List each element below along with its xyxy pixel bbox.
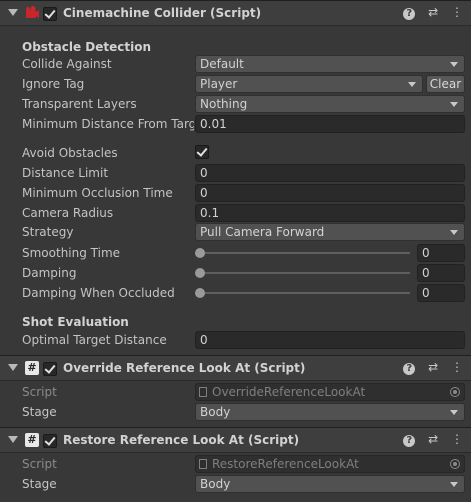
cinemachine-icon	[26, 6, 39, 18]
min-distance-label: Minimum Distance From Targe	[22, 117, 194, 131]
damping-occluded-label: Damping When Occluded	[22, 286, 175, 300]
override-script-label: Script	[22, 385, 57, 399]
restore-header[interactable]: # Restore Reference Look At (Script) ? ⇄…	[0, 427, 471, 453]
chevron-down-icon	[450, 62, 458, 67]
override-script-value: OverrideReferenceLookAt	[212, 385, 366, 399]
smoothing-time-slider-thumb[interactable]	[195, 248, 205, 258]
presets-icon[interactable]: ⇄	[428, 360, 438, 374]
strategy-dropdown[interactable]: Pull Camera Forward	[195, 223, 465, 241]
restore-title: Restore Reference Look At (Script)	[63, 433, 300, 447]
distance-limit-field[interactable]: 0	[195, 164, 465, 182]
ignore-tag-label: Ignore Tag	[22, 77, 85, 91]
optimal-distance-label: Optimal Target Distance	[22, 333, 167, 347]
override-enabled-checkbox[interactable]	[43, 362, 57, 376]
strategy-value: Pull Camera Forward	[200, 225, 325, 239]
strategy-label: Strategy	[22, 225, 74, 239]
kebab-menu-icon[interactable]: ⋮	[451, 360, 463, 374]
override-stage-value: Body	[200, 405, 231, 419]
check-icon	[44, 434, 56, 446]
transparent-layers-label: Transparent Layers	[22, 97, 137, 111]
damping-field[interactable]: 0	[417, 264, 465, 282]
restore-script-label: Script	[22, 457, 57, 471]
restore-foldout-icon[interactable]	[8, 436, 18, 443]
script-icon: #	[25, 361, 39, 375]
damping-label: Damping	[22, 266, 77, 280]
section-obstacle-detection: Obstacle Detection	[22, 40, 152, 54]
help-icon[interactable]: ?	[403, 8, 416, 20]
collide-against-value: Default	[200, 57, 244, 71]
smoothing-time-label: Smoothing Time	[22, 246, 121, 260]
restore-enabled-checkbox[interactable]	[43, 434, 57, 448]
chevron-down-icon	[450, 230, 458, 235]
kebab-menu-icon[interactable]: ⋮	[451, 432, 463, 446]
check-icon	[44, 7, 56, 19]
damping-occluded-slider-thumb[interactable]	[195, 288, 205, 298]
override-foldout-icon[interactable]	[8, 364, 18, 371]
clear-button[interactable]: Clear	[426, 75, 465, 93]
avoid-obstacles-label: Avoid Obstacles	[22, 146, 118, 160]
distance-limit-label: Distance Limit	[22, 166, 109, 180]
restore-script-field: RestoreReferenceLookAt	[195, 455, 465, 473]
chevron-down-icon	[450, 102, 458, 107]
object-picker-icon	[450, 459, 460, 469]
restore-script-value: RestoreReferenceLookAt	[212, 457, 359, 471]
transparent-layers-value: Nothing	[200, 97, 248, 111]
damping-occluded-field[interactable]: 0	[417, 284, 465, 302]
min-distance-field[interactable]: 0.01	[195, 115, 465, 133]
check-icon	[44, 362, 56, 374]
collide-against-label: Collide Against	[22, 57, 112, 71]
damping-slider-thumb[interactable]	[195, 268, 205, 278]
camera-radius-label: Camera Radius	[22, 206, 114, 220]
camera-radius-field[interactable]: 0.1	[195, 204, 465, 222]
override-header[interactable]: # Override Reference Look At (Script) ? …	[0, 355, 471, 381]
collider-foldout-icon[interactable]	[8, 9, 18, 16]
kebab-menu-icon[interactable]: ⋮	[451, 5, 463, 19]
ignore-tag-value: Player	[200, 77, 238, 91]
restore-stage-value: Body	[200, 477, 231, 491]
help-icon[interactable]: ?	[403, 363, 416, 375]
script-file-icon	[199, 459, 207, 469]
min-occlusion-label: Minimum Occlusion Time	[22, 186, 173, 200]
transparent-layers-dropdown[interactable]: Nothing	[195, 95, 465, 113]
collider-header[interactable]: Cinemachine Collider (Script) ? ⇄ ⋮	[0, 0, 471, 26]
override-title: Override Reference Look At (Script)	[63, 361, 306, 375]
avoid-obstacles-checkbox[interactable]	[195, 145, 209, 159]
collider-title: Cinemachine Collider (Script)	[63, 6, 262, 20]
restore-stage-dropdown[interactable]: Body	[195, 475, 465, 493]
presets-icon[interactable]: ⇄	[428, 5, 438, 19]
smoothing-time-field[interactable]: 0	[417, 244, 465, 262]
presets-icon[interactable]: ⇄	[428, 432, 438, 446]
override-script-field: OverrideReferenceLookAt	[195, 383, 465, 401]
check-icon	[196, 145, 208, 157]
ignore-tag-dropdown[interactable]: Player	[195, 75, 423, 93]
script-file-icon	[199, 387, 207, 397]
chevron-down-icon	[450, 410, 458, 415]
collide-against-dropdown[interactable]: Default	[195, 55, 465, 73]
help-icon[interactable]: ?	[403, 435, 416, 447]
damping-slider-track[interactable]	[200, 272, 410, 274]
section-shot-evaluation: Shot Evaluation	[22, 315, 129, 329]
min-occlusion-field[interactable]: 0	[195, 184, 465, 202]
restore-stage-label: Stage	[22, 477, 57, 491]
collider-enabled-checkbox[interactable]	[43, 7, 57, 21]
override-stage-dropdown[interactable]: Body	[195, 403, 465, 421]
chevron-down-icon	[408, 82, 416, 87]
optimal-distance-field[interactable]: 0	[195, 331, 465, 349]
override-stage-label: Stage	[22, 405, 57, 419]
object-picker-icon	[450, 387, 460, 397]
inspector-panel: Cinemachine Collider (Script) ? ⇄ ⋮ Obst…	[0, 0, 471, 502]
script-icon: #	[25, 433, 39, 447]
smoothing-time-slider-track[interactable]	[200, 252, 410, 254]
damping-occluded-slider-track[interactable]	[200, 292, 410, 294]
chevron-down-icon	[450, 482, 458, 487]
